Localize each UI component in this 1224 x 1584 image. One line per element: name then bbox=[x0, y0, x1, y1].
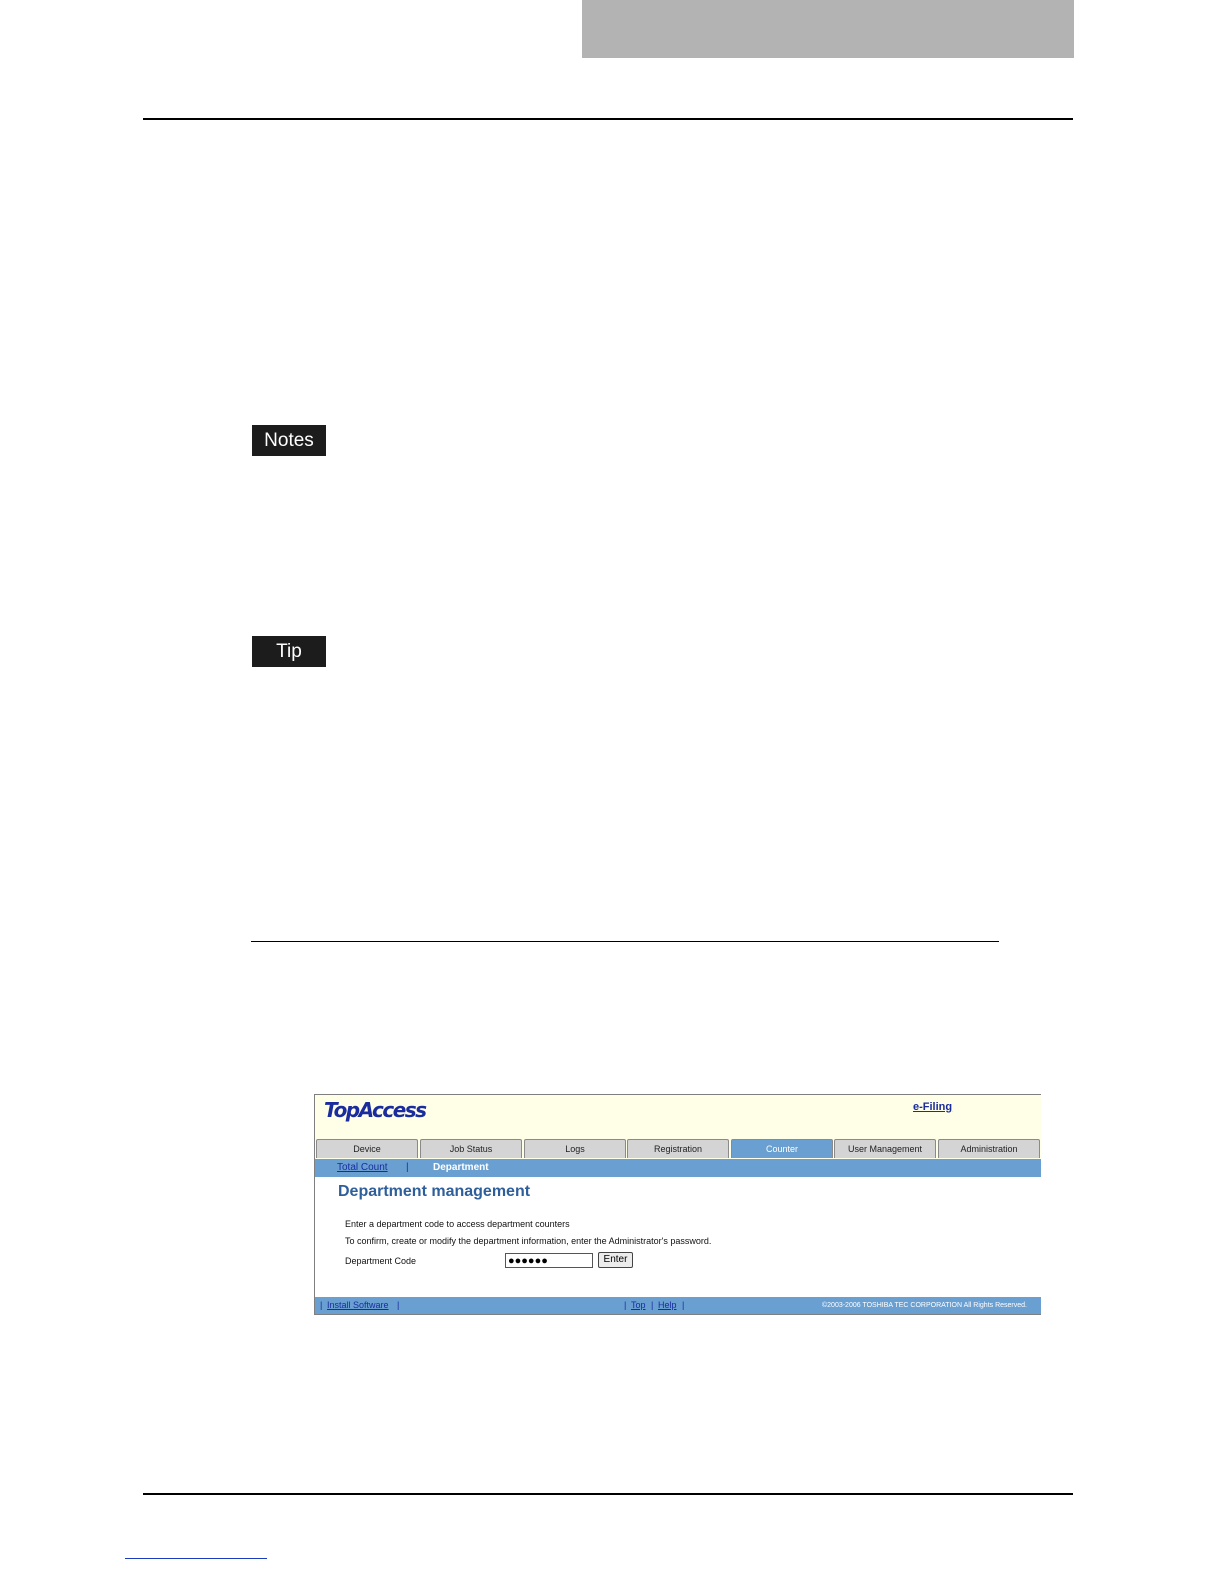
sub-navigation: Total Count | Department bbox=[315, 1159, 1041, 1177]
department-subtab[interactable]: Department bbox=[433, 1159, 489, 1177]
footer-separator: | bbox=[397, 1300, 400, 1310]
install-software-link[interactable]: Install Software bbox=[327, 1297, 389, 1314]
bottom-rule bbox=[143, 1493, 1073, 1495]
help-link[interactable]: Help bbox=[658, 1297, 677, 1314]
top-rule bbox=[143, 118, 1073, 120]
instruction-text-2: To confirm, create or modify the departm… bbox=[345, 1236, 712, 1246]
subnav-separator: | bbox=[406, 1162, 409, 1173]
tab-logs[interactable]: Logs bbox=[524, 1139, 626, 1158]
efiling-link[interactable]: e-Filing bbox=[913, 1101, 952, 1113]
screenshot-header: TopAccess e-Filing bbox=[315, 1095, 1041, 1139]
tab-job-status[interactable]: Job Status bbox=[420, 1139, 522, 1158]
tab-user-management[interactable]: User Management bbox=[834, 1139, 936, 1158]
tip-label: Tip bbox=[252, 636, 326, 667]
department-code-label: Department Code bbox=[345, 1256, 417, 1266]
topaccess-logo: TopAccess bbox=[324, 1098, 427, 1122]
footer-separator: | bbox=[320, 1300, 323, 1310]
footer-separator: | bbox=[682, 1300, 685, 1310]
tab-administration[interactable]: Administration bbox=[938, 1139, 1040, 1158]
tab-registration[interactable]: Registration bbox=[627, 1139, 729, 1158]
tab-device[interactable]: Device bbox=[316, 1139, 418, 1158]
header-gray-bar bbox=[582, 0, 1074, 58]
footer-separator: | bbox=[651, 1300, 654, 1310]
tab-bar: Device Job Status Logs Registration Coun… bbox=[315, 1139, 1041, 1159]
notes-label: Notes bbox=[252, 425, 326, 456]
tab-counter[interactable]: Counter bbox=[731, 1139, 833, 1158]
enter-button[interactable]: Enter bbox=[598, 1252, 633, 1268]
section-rule bbox=[251, 941, 999, 942]
total-count-link[interactable]: Total Count bbox=[337, 1159, 388, 1177]
footer-separator: | bbox=[624, 1300, 627, 1310]
instruction-text-1: Enter a department code to access depart… bbox=[345, 1219, 570, 1229]
footer-link-underline bbox=[125, 1558, 267, 1559]
screenshot-footer: | Install Software | | Top | Help | ©200… bbox=[315, 1297, 1041, 1314]
top-link[interactable]: Top bbox=[631, 1297, 646, 1314]
page-title: Department management bbox=[338, 1183, 531, 1200]
copyright-text: ©2003-2006 TOSHIBA TEC CORPORATION All R… bbox=[822, 1302, 1027, 1309]
department-code-input[interactable]: ●●●●●● bbox=[505, 1253, 593, 1268]
topaccess-screenshot: TopAccess e-Filing Device Job Status Log… bbox=[314, 1094, 1041, 1315]
